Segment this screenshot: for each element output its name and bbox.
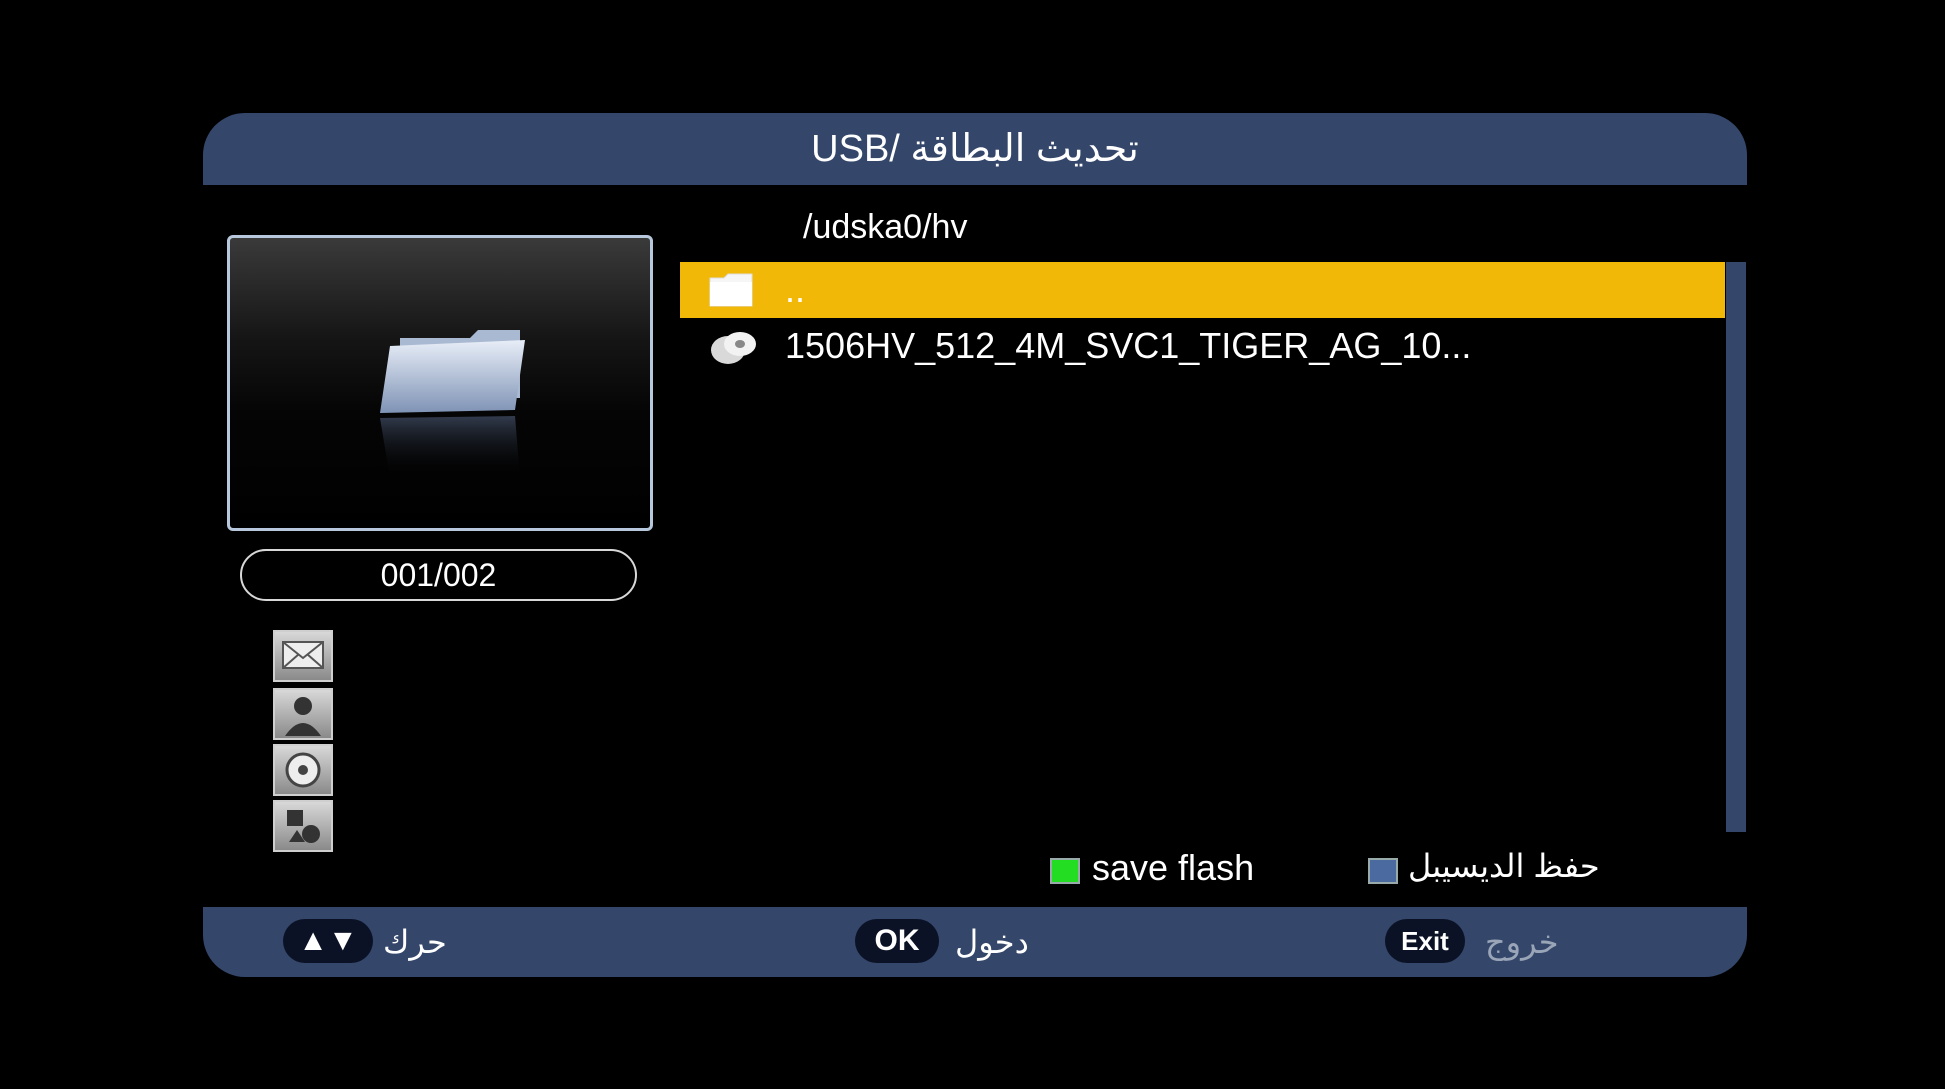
disc-icon [273, 744, 333, 796]
blue-key-icon [1368, 858, 1398, 884]
list-item-firmware-file[interactable]: 1506HV_512_4M_SVC1_TIGER_AG_10... [680, 318, 1725, 374]
save-flash-label[interactable]: save flash [1092, 847, 1254, 889]
page-title: USB/ تحديث البطاقة [811, 128, 1139, 170]
exit-button[interactable]: Exit [1385, 919, 1465, 963]
user-icon [273, 688, 333, 740]
ok-button[interactable]: OK [855, 919, 939, 963]
file-list: .. 1506HV_512_4M_SVC1_TIGER_AG_10... [680, 262, 1725, 832]
mail-icon [273, 630, 333, 682]
current-path: /udska0/hv [803, 208, 968, 246]
preview-pane [227, 235, 653, 531]
footer-bar: ▲▼ حرك OK دخول Exit خروج [203, 907, 1747, 977]
folder-preview-icon [380, 330, 525, 478]
exit-label: خروج [1485, 924, 1559, 960]
disc-file-icon [711, 332, 756, 364]
scrollbar[interactable] [1726, 262, 1746, 832]
list-item-label: 1506HV_512_4M_SVC1_TIGER_AG_10... [785, 325, 1472, 366]
window-header: USB/ تحديث البطاقة [203, 113, 1747, 185]
move-label: حرك [383, 924, 447, 960]
green-key-icon [1050, 858, 1080, 884]
save-db-label[interactable]: حفظ الديسيبل [1408, 847, 1600, 885]
list-item-label: .. [785, 269, 806, 310]
list-item-parent-folder[interactable]: .. [680, 262, 1725, 318]
shapes-icon [273, 800, 333, 852]
enter-label: دخول [955, 924, 1029, 960]
item-counter: 001/002 [240, 549, 637, 601]
folder-icon [709, 273, 753, 307]
arrow-keys-icon[interactable]: ▲▼ [283, 919, 373, 963]
